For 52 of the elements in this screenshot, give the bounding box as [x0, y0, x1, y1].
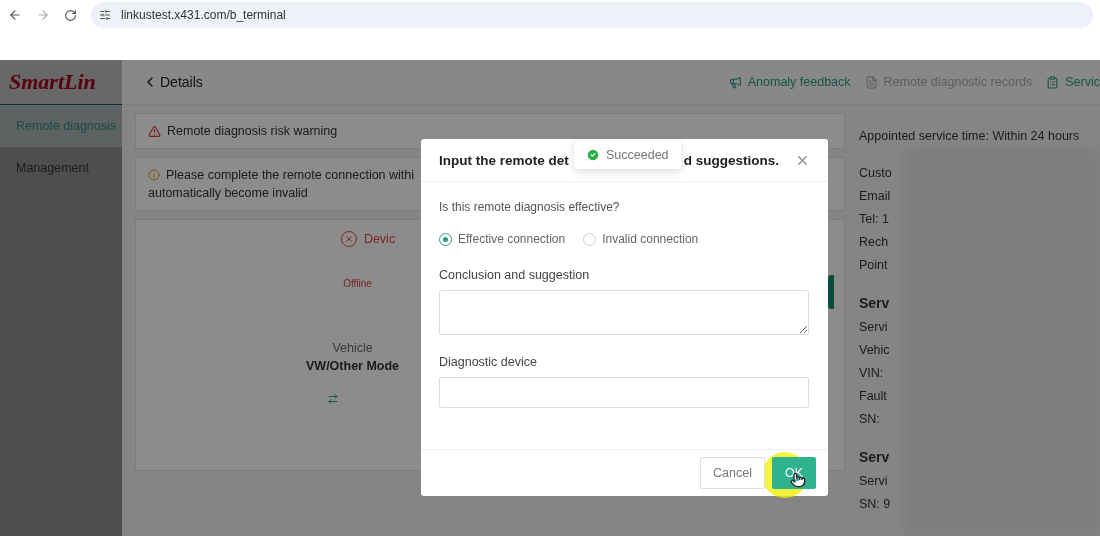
dialog-title: Input the remote det: [439, 152, 569, 168]
detail-label: Fault: [859, 389, 888, 403]
detail-label: VIN:: [859, 366, 885, 380]
error-icon: [339, 230, 358, 248]
detail-label: Point: [859, 258, 889, 272]
notice-text: automatically become invalid: [148, 186, 308, 200]
offline-label: Offline: [343, 278, 372, 289]
detail-label: Servi: [859, 320, 889, 334]
detail-label: Servi: [859, 474, 889, 488]
section-heading: Serv: [859, 449, 891, 465]
vehicle-model: VW/Other Mode: [306, 359, 400, 373]
warning-title: Remote diagnosis risk warning: [167, 124, 338, 138]
detail-label: Tel: 1: [859, 212, 890, 226]
button-edge[interactable]: [828, 275, 834, 309]
document-icon: [864, 75, 878, 89]
sidebar-item[interactable]: Remote diagnosis: [0, 105, 122, 147]
detail-label: Custo: [859, 166, 893, 180]
info-icon: [148, 169, 160, 181]
radio-option[interactable]: Effective connection: [439, 232, 566, 246]
detail-label: SN: 9: [859, 497, 892, 511]
header-link[interactable]: Anomaly feedback: [728, 75, 851, 89]
question-text: Is this remote diagnosis effective?: [439, 200, 621, 214]
success-toast: Succeeded: [574, 141, 681, 169]
detail-label: SN:: [859, 412, 881, 426]
site-settings-icon[interactable]: [99, 9, 111, 21]
appointed-time: Appointed service time: Within 24 hours: [859, 129, 1081, 143]
conclusion-field[interactable]: [439, 290, 809, 335]
address-bar[interactable]: linkustest.x431.com/b_terminal: [91, 2, 1093, 28]
detail-label: Vehic: [859, 343, 891, 357]
dialog-title: d suggestions.: [683, 152, 780, 168]
swap-icon[interactable]: [326, 393, 339, 405]
check-icon: [586, 148, 600, 162]
warning-icon: [148, 124, 161, 138]
header-link[interactable]: Servic: [1046, 75, 1100, 89]
logo: SmartLin: [0, 60, 122, 105]
device-field[interactable]: [439, 377, 809, 408]
clipboard-icon: [1046, 75, 1060, 89]
detail-label: Email: [859, 189, 892, 203]
back-icon[interactable]: [8, 8, 22, 22]
vehicle-label: Vehicle: [332, 341, 373, 355]
megaphone-icon: [728, 75, 742, 89]
reload-icon[interactable]: [64, 8, 77, 22]
notice-text: Please complete the remote connection withi: [166, 168, 415, 182]
detail-label: Rech: [859, 235, 890, 249]
radio-option[interactable]: Invalid connection: [583, 232, 699, 246]
forward-icon[interactable]: [36, 8, 50, 22]
field-label: Conclusion and suggestion: [439, 268, 591, 282]
section-heading: Serv: [859, 295, 891, 311]
cancel-button[interactable]: Cancel: [700, 457, 765, 489]
device-status: Devic: [363, 232, 396, 246]
back-link[interactable]: Details: [142, 74, 203, 90]
field-label: Diagnostic device: [439, 355, 538, 369]
